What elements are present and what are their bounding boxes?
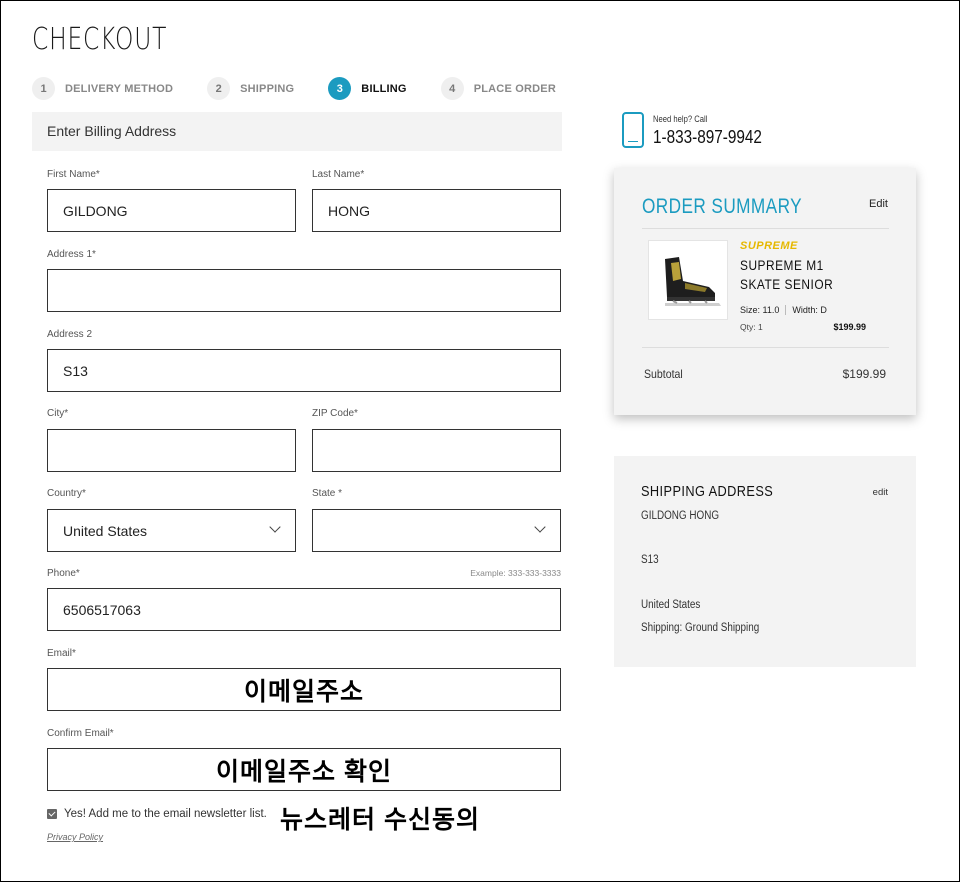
privacy-policy-link[interactable]: Privacy Policy — [47, 832, 103, 842]
address2-input[interactable]: S13 — [47, 349, 561, 392]
state-label: State * — [312, 488, 343, 499]
phone-icon — [622, 112, 644, 148]
last-name-label: Last Name* — [312, 169, 365, 180]
product-width: Width: D — [792, 305, 827, 315]
step-label: BILLING — [361, 82, 407, 95]
city-input[interactable] — [47, 429, 296, 472]
confirm-email-label: Confirm Email* — [47, 728, 114, 739]
newsletter-label: Yes! Add me to the email newsletter list… — [64, 808, 267, 820]
newsletter-checkbox[interactable] — [47, 809, 57, 819]
first-name-label: First Name* — [47, 169, 100, 180]
state-select[interactable] — [312, 509, 561, 552]
newsletter-annotation: 뉴스레터 수신동의 — [280, 806, 480, 834]
step-shipping[interactable]: 2 SHIPPING — [207, 77, 294, 100]
confirm-email-input[interactable]: 이메일주소 확인 — [47, 748, 561, 791]
product-attributes: Size: 11.0 Width: D — [740, 305, 827, 315]
email-input[interactable]: 이메일주소 — [47, 668, 561, 711]
product-quantity: Qty: 1 — [740, 322, 763, 332]
newsletter-option[interactable]: Yes! Add me to the email newsletter list… — [47, 808, 267, 820]
country-select[interactable]: United States — [47, 509, 296, 552]
step-label: PLACE ORDER — [473, 82, 556, 95]
shipping-address-edit-link[interactable]: edit — [873, 487, 888, 498]
subtotal-value: $199.99 — [842, 367, 886, 381]
help-text: Need help? Call — [653, 114, 708, 124]
shipping-name: GILDONG HONG — [641, 510, 720, 522]
last-name-value: HONG — [328, 202, 370, 219]
confirm-email-annotation: 이메일주소 확인 — [216, 757, 392, 786]
address2-value: S13 — [63, 362, 88, 379]
email-annotation: 이메일주소 — [243, 677, 364, 706]
first-name-input[interactable]: GILDONG — [47, 189, 296, 232]
product-price: $199.99 — [833, 322, 866, 332]
step-number: 3 — [328, 77, 352, 100]
zip-input[interactable] — [312, 429, 561, 472]
chevron-down-icon — [269, 521, 281, 533]
step-number: 4 — [440, 77, 464, 100]
email-label: Email* — [47, 648, 76, 659]
subtotal-label: Subtotal — [644, 367, 683, 381]
shipping-address-line: S13 — [641, 554, 659, 566]
phone-example: Example: 333-333-3333 — [470, 568, 561, 578]
divider — [642, 347, 889, 348]
phone-input[interactable]: 6506517063 — [47, 588, 561, 631]
address1-input[interactable] — [47, 269, 561, 312]
step-delivery-method[interactable]: 1 DELIVERY METHOD — [32, 77, 173, 100]
skate-image — [665, 257, 721, 306]
shipping-address-panel: SHIPPING ADDRESS edit GILDONG HONG S13 U… — [614, 456, 916, 667]
last-name-input[interactable]: HONG — [312, 189, 561, 232]
step-place-order[interactable]: 4 PLACE ORDER — [440, 77, 556, 100]
shipping-country: United States — [641, 599, 701, 611]
phone-value: 6506517063 — [63, 601, 141, 618]
shipping-address-title: SHIPPING ADDRESS — [641, 483, 774, 500]
product-size: Size: 11.0 — [740, 305, 780, 315]
divider — [785, 305, 787, 315]
step-number: 2 — [207, 77, 231, 100]
address1-label: Address 1* — [47, 249, 96, 260]
country-value: United States — [63, 522, 148, 539]
divider — [642, 228, 889, 229]
order-summary-edit-link[interactable]: Edit — [869, 198, 888, 210]
step-label: DELIVERY METHOD — [65, 82, 174, 95]
phone-label: Phone* — [47, 568, 80, 579]
product-name: SUPREME M1 SKATE SENIOR — [740, 257, 834, 292]
country-label: Country* — [47, 488, 86, 499]
page-title: CHECKOUT — [32, 22, 168, 57]
step-billing[interactable]: 3 BILLING — [328, 77, 407, 100]
step-number: 1 — [32, 77, 55, 100]
help-phone-number[interactable]: 1-833-897-9942 — [653, 127, 762, 148]
zip-label: ZIP Code* — [312, 408, 358, 419]
address2-label: Address 2 — [47, 329, 93, 340]
checkout-steps: 1 DELIVERY METHOD 2 SHIPPING 3 BILLING 4… — [32, 77, 590, 100]
order-summary-title: ORDER SUMMARY — [642, 195, 803, 218]
product-image — [648, 240, 728, 320]
order-summary: ORDER SUMMARY Edit SUPREME SUPREME M1 SK… — [614, 168, 916, 415]
product-brand-logo: SUPREME — [740, 240, 798, 252]
shipping-method: Shipping: Ground Shipping — [641, 622, 760, 634]
billing-section-header: Enter Billing Address — [32, 112, 562, 151]
first-name-value: GILDONG — [63, 202, 128, 219]
help-contact: Need help? Call 1-833-897-9942 — [622, 112, 781, 148]
chevron-down-icon — [534, 521, 546, 533]
step-label: SHIPPING — [240, 82, 295, 95]
city-label: City* — [47, 408, 69, 419]
